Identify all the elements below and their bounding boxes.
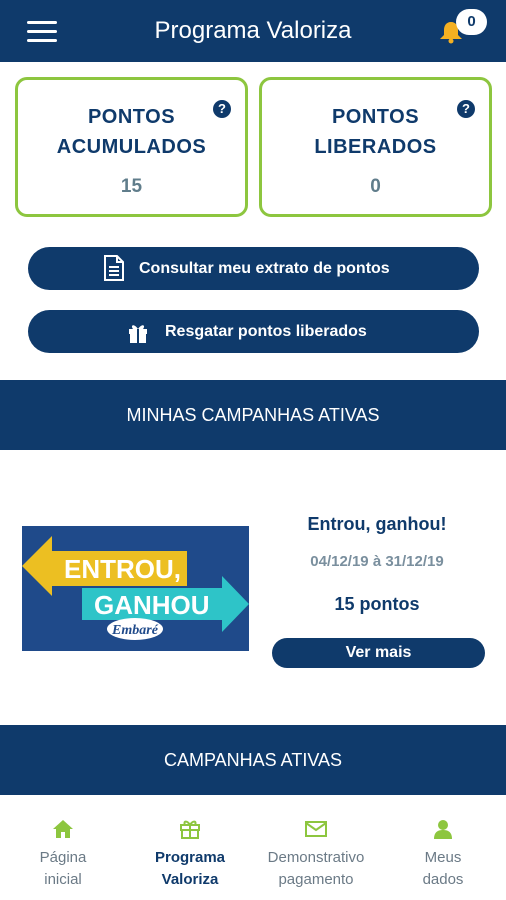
accumulated-points-value: 15: [120, 176, 143, 197]
nav-label-line2: dados: [422, 871, 464, 888]
card-title-line2: ACUMULADOS: [56, 136, 207, 158]
nav-label-line2: inicial: [44, 871, 82, 888]
gift-icon: [180, 820, 200, 839]
campaign-banner-image[interactable]: ENTROU, GANHOU Embaré: [22, 526, 249, 651]
notification-badge[interactable]: 0: [456, 9, 487, 35]
nav-item-home[interactable]: Página inicial: [0, 795, 126, 900]
nav-item-programa-valoriza[interactable]: Programa Valoriza: [127, 795, 253, 900]
home-icon: [53, 820, 73, 838]
banner-brand-logo: Embaré: [111, 623, 159, 638]
campaign-points: 15 pontos: [334, 594, 420, 614]
app-header: Programa Valoriza 0: [0, 0, 506, 62]
nav-label-line2: pagamento: [278, 871, 354, 888]
campaign-banner-art: ENTROU, GANHOU Embaré: [22, 526, 249, 651]
points-statement-button[interactable]: Consultar meu extrato de pontos: [28, 247, 479, 290]
nav-label-line1: Meus: [424, 849, 462, 866]
card-title-line1: PONTOS: [331, 106, 420, 128]
campaign-title: Entrou, ganhou!: [307, 514, 447, 534]
banner-text-line1: ENTROU,: [64, 554, 181, 584]
card-title-line2: LIBERADOS: [314, 136, 437, 158]
active-campaigns-header: CAMPANHAS ATIVAS: [0, 725, 506, 795]
banner-text-line2: GANHOU: [94, 590, 210, 620]
bottom-navigation: Página inicial Programa Valoriza Demonst…: [0, 795, 506, 900]
nav-label-line1: Página: [39, 849, 87, 866]
nav-label-line1: Programa: [154, 849, 226, 866]
nav-label-line1: Demonstrativo: [267, 849, 365, 866]
campaign-dates: 04/12/19 à 31/12/19: [310, 553, 444, 570]
gift-icon: [129, 325, 147, 343]
card-title: PONTOS LIBERADOS: [262, 102, 489, 162]
my-active-campaigns-header: MINHAS CAMPANHAS ATIVAS: [0, 380, 506, 450]
redeem-points-label: Resgatar pontos liberados: [165, 323, 367, 340]
card-title-line1: PONTOS: [87, 106, 176, 128]
nav-item-payment-statement[interactable]: Demonstrativo pagamento: [253, 795, 379, 900]
see-more-button[interactable]: Ver mais: [272, 638, 485, 668]
points-statement-label: Consultar meu extrato de pontos: [139, 260, 390, 277]
document-icon: [104, 255, 124, 281]
released-points-value: 0: [370, 176, 381, 197]
envelope-icon: [305, 821, 327, 837]
redeem-points-button[interactable]: Resgatar pontos liberados: [28, 310, 479, 353]
user-icon: [434, 820, 452, 839]
nav-label-line2: Valoriza: [161, 871, 219, 888]
nav-item-my-data[interactable]: Meus dados: [380, 795, 506, 900]
accumulated-points-card: ? PONTOS ACUMULADOS 15: [15, 77, 248, 217]
card-title: PONTOS ACUMULADOS: [18, 102, 245, 162]
page-title: Programa Valoriza: [154, 17, 352, 44]
released-points-card: ? PONTOS LIBERADOS 0: [259, 77, 492, 217]
